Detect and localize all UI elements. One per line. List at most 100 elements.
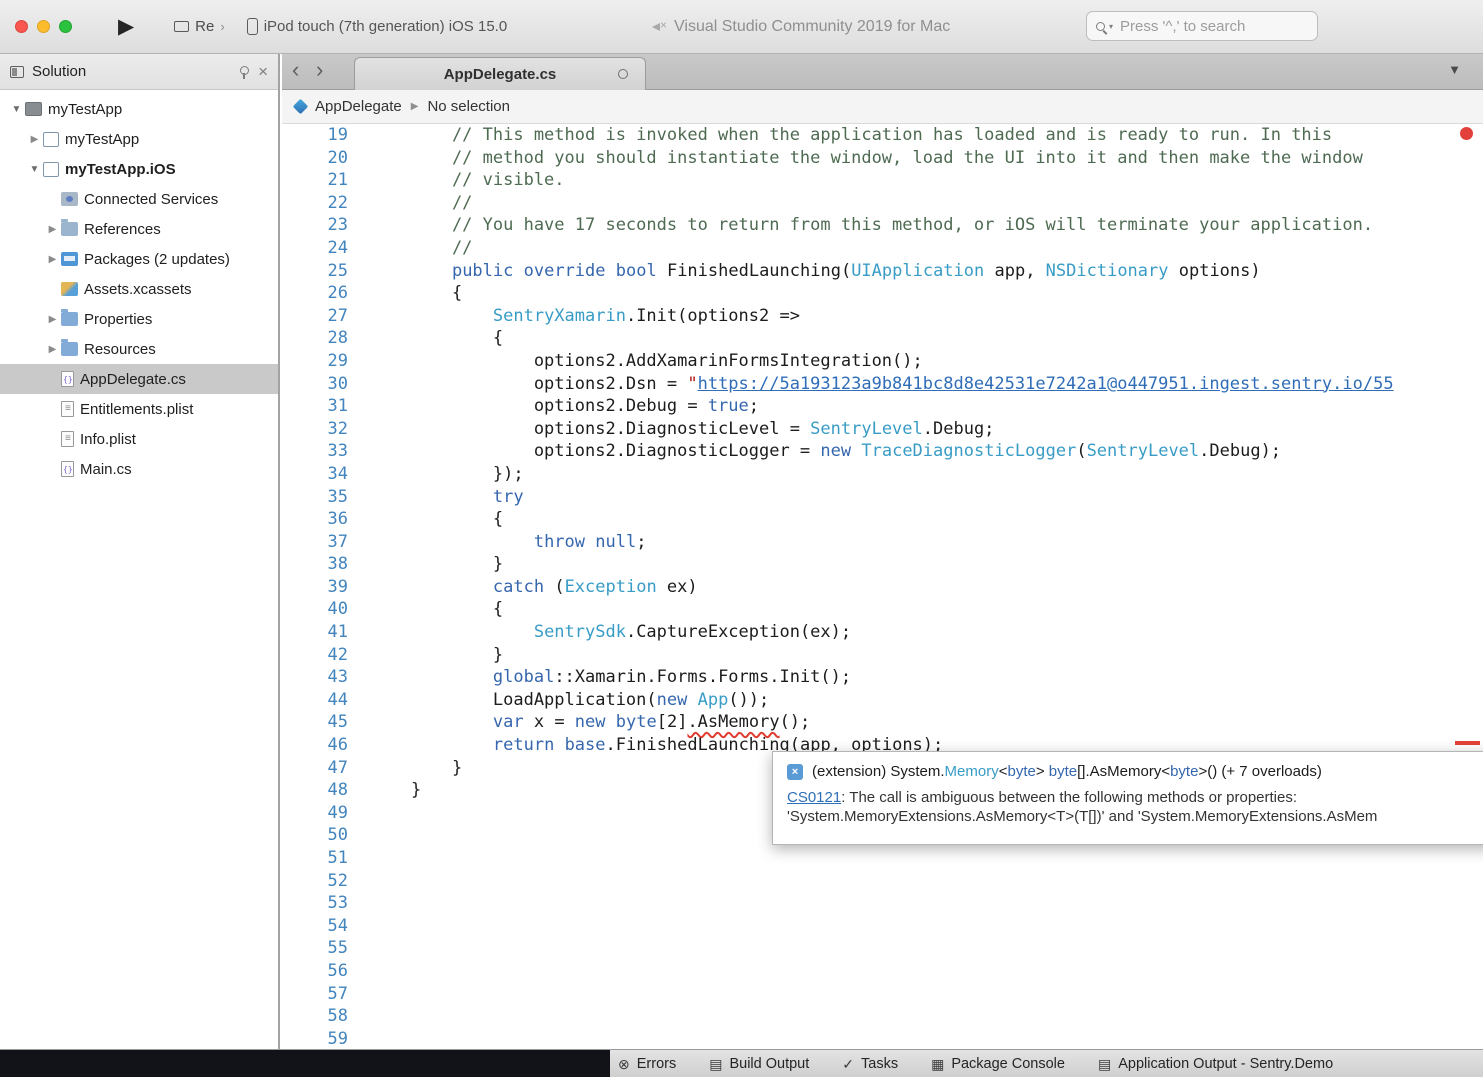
code-line-44[interactable]: 44 LoadApplication(new App()); <box>282 689 1483 712</box>
code-line-45[interactable]: 45 var x = new byte[2].AsMemory(); <box>282 711 1483 734</box>
code-line-52[interactable]: 52 <box>282 870 1483 893</box>
code-text[interactable]: } <box>411 644 503 667</box>
line-number[interactable]: 31 <box>282 395 348 418</box>
line-number[interactable]: 46 <box>282 734 348 757</box>
code-text[interactable]: options2.AddXamarinFormsIntegration(); <box>411 350 923 373</box>
code-line-59[interactable]: 59 <box>282 1028 1483 1049</box>
code-text[interactable]: options2.Debug = true; <box>411 395 759 418</box>
tree-item-properties[interactable]: ▶Properties <box>0 304 278 334</box>
code-text[interactable]: catch (Exception ex) <box>411 576 698 599</box>
code-line-33[interactable]: 33 options2.DiagnosticLogger = new Trace… <box>282 440 1483 463</box>
line-number[interactable]: 57 <box>282 983 348 1006</box>
code-line-54[interactable]: 54 <box>282 915 1483 938</box>
line-number[interactable]: 45 <box>282 711 348 734</box>
tab-close-circle-icon[interactable] <box>618 69 628 79</box>
tree-item-packages-2-updates[interactable]: ▶Packages (2 updates) <box>0 244 278 274</box>
code-text[interactable]: // <box>411 237 472 260</box>
code-line-28[interactable]: 28 { <box>282 327 1483 350</box>
line-number[interactable]: 56 <box>282 960 348 983</box>
search-input[interactable]: ▾ Press '^,' to search <box>1086 11 1318 41</box>
run-button[interactable]: ▶ <box>118 16 134 37</box>
pad-button-tasks[interactable]: ✓Tasks <box>842 1056 898 1073</box>
disclosure-triangle-icon[interactable]: ▶ <box>44 314 61 325</box>
pad-button-build-output[interactable]: ▤Build Output <box>709 1056 809 1073</box>
code-text[interactable]: { <box>411 508 503 531</box>
zoom-window-button[interactable] <box>59 20 72 33</box>
tree-item-mytestapp[interactable]: ▼myTestApp <box>0 94 278 124</box>
line-number[interactable]: 20 <box>282 147 348 170</box>
tree-item-mytestapp[interactable]: ▶myTestApp <box>0 124 278 154</box>
line-number[interactable]: 25 <box>282 260 348 283</box>
code-line-53[interactable]: 53 <box>282 892 1483 915</box>
line-number[interactable]: 35 <box>282 486 348 509</box>
breadcrumb-class[interactable]: AppDelegate <box>315 98 402 115</box>
code-line-37[interactable]: 37 throw null; <box>282 531 1483 554</box>
tree-item-info-plist[interactable]: Info.plist <box>0 424 278 454</box>
code-line-20[interactable]: 20 // method you should instantiate the … <box>282 147 1483 170</box>
tab-overflow-chevron-icon[interactable]: ▼ <box>1448 62 1461 77</box>
disclosure-triangle-icon[interactable]: ▼ <box>8 104 25 115</box>
line-number[interactable]: 21 <box>282 169 348 192</box>
code-text[interactable]: // visible. <box>411 169 565 192</box>
line-number[interactable]: 50 <box>282 824 348 847</box>
code-line-30[interactable]: 30 options2.Dsn = "https://5a193123a9b84… <box>282 373 1483 396</box>
code-line-34[interactable]: 34 }); <box>282 463 1483 486</box>
disclosure-triangle-icon[interactable]: ▶ <box>26 134 43 145</box>
code-text[interactable]: } <box>411 553 503 576</box>
line-number[interactable]: 27 <box>282 305 348 328</box>
pad-button-package-console[interactable]: ▦Package Console <box>931 1056 1065 1073</box>
error-scrollbar-marker[interactable] <box>1455 741 1480 745</box>
code-line-57[interactable]: 57 <box>282 983 1483 1006</box>
line-number[interactable]: 49 <box>282 802 348 825</box>
code-text[interactable]: } <box>411 757 462 780</box>
code-line-24[interactable]: 24 // <box>282 237 1483 260</box>
code-text[interactable]: var x = new byte[2].AsMemory(); <box>411 711 810 734</box>
code-text[interactable]: { <box>411 282 462 305</box>
code-text[interactable]: // This method is invoked when the appli… <box>411 124 1332 147</box>
line-number[interactable]: 48 <box>282 779 348 802</box>
code-line-26[interactable]: 26 { <box>282 282 1483 305</box>
line-number[interactable]: 44 <box>282 689 348 712</box>
line-number[interactable]: 47 <box>282 757 348 780</box>
code-line-55[interactable]: 55 <box>282 937 1483 960</box>
code-text[interactable]: options2.DiagnosticLogger = new TraceDia… <box>411 440 1281 463</box>
line-number[interactable]: 32 <box>282 418 348 441</box>
code-editor[interactable]: 19 // This method is invoked when the ap… <box>282 124 1483 1049</box>
navigate-back-icon[interactable]: ‹ <box>292 57 299 83</box>
code-line-41[interactable]: 41 SentrySdk.CaptureException(ex); <box>282 621 1483 644</box>
line-number[interactable]: 39 <box>282 576 348 599</box>
line-number[interactable]: 26 <box>282 282 348 305</box>
code-text[interactable]: SentrySdk.CaptureException(ex); <box>411 621 851 644</box>
disclosure-triangle-icon[interactable]: ▶ <box>44 254 61 265</box>
code-text[interactable]: // method you should instantiate the win… <box>411 147 1363 170</box>
code-line-27[interactable]: 27 SentryXamarin.Init(options2 => <box>282 305 1483 328</box>
tree-item-resources[interactable]: ▶Resources <box>0 334 278 364</box>
pad-button-application-output-sentry-demo[interactable]: ▤Application Output - Sentry.Demo <box>1098 1056 1333 1073</box>
error-indicator-icon[interactable] <box>1460 127 1473 140</box>
line-number[interactable]: 19 <box>282 124 348 147</box>
tree-item-connected-services[interactable]: Connected Services <box>0 184 278 214</box>
line-number[interactable]: 52 <box>282 870 348 893</box>
line-number[interactable]: 42 <box>282 644 348 667</box>
code-text[interactable]: // You have 17 seconds to return from th… <box>411 214 1373 237</box>
code-line-22[interactable]: 22 // <box>282 192 1483 215</box>
code-line-51[interactable]: 51 <box>282 847 1483 870</box>
line-number[interactable]: 59 <box>282 1028 348 1049</box>
line-number[interactable]: 28 <box>282 327 348 350</box>
disclosure-triangle-icon[interactable]: ▼ <box>26 164 43 175</box>
code-line-40[interactable]: 40 { <box>282 598 1483 621</box>
line-number[interactable]: 41 <box>282 621 348 644</box>
line-number[interactable]: 34 <box>282 463 348 486</box>
code-text[interactable]: // <box>411 192 472 215</box>
error-code-link[interactable]: CS0121 <box>787 789 841 806</box>
code-text[interactable]: throw null; <box>411 531 646 554</box>
line-number[interactable]: 29 <box>282 350 348 373</box>
code-line-29[interactable]: 29 options2.AddXamarinFormsIntegration()… <box>282 350 1483 373</box>
line-number[interactable]: 23 <box>282 214 348 237</box>
code-text[interactable]: SentryXamarin.Init(options2 => <box>411 305 800 328</box>
close-window-button[interactable] <box>15 20 28 33</box>
code-text[interactable]: options2.Dsn = "https://5a193123a9b841bc… <box>411 373 1394 396</box>
line-number[interactable]: 53 <box>282 892 348 915</box>
breadcrumb-selection[interactable]: No selection <box>427 98 510 115</box>
configuration-selector[interactable]: Re › <box>174 18 225 35</box>
